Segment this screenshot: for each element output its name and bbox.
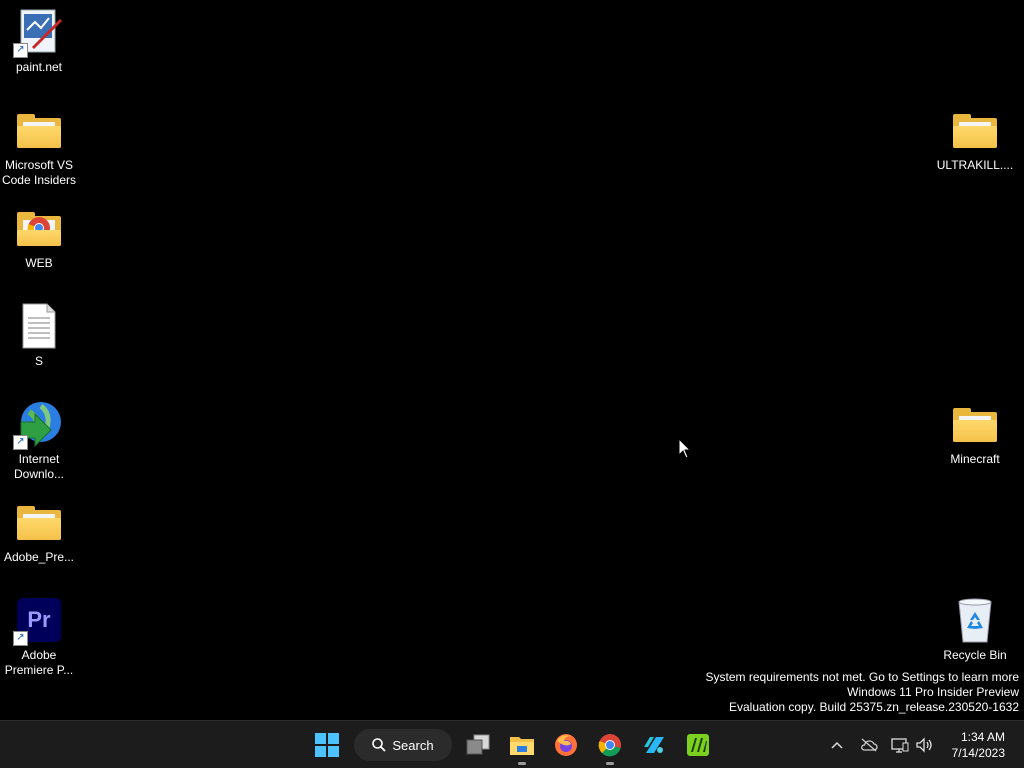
file-explorer-icon [510, 737, 534, 755]
desktop-icon-label: ULTRAKILL.... [936, 158, 1014, 172]
desktop-icon-label: Adobe_Pre... [3, 550, 75, 564]
volume-button[interactable] [914, 735, 934, 755]
desktop-icon-label: WEB [25, 256, 53, 270]
show-hidden-icons-button[interactable] [827, 735, 847, 755]
running-indicator [606, 762, 614, 765]
file-explorer-button[interactable] [506, 729, 538, 765]
activation-watermark: System requirements not met. Go to Setti… [706, 670, 1019, 715]
taskbar-app-button[interactable] [682, 729, 714, 761]
internet-download-manager-icon: ↗ [13, 400, 63, 450]
folder-icon [15, 106, 63, 154]
desktop-icon-minecraft[interactable]: Minecraft [935, 400, 1015, 467]
taskbar-app-button[interactable] [638, 729, 670, 761]
network-icon [891, 738, 909, 753]
chrome-button[interactable] [594, 729, 626, 765]
task-view-icon [466, 734, 490, 755]
desktop[interactable]: { "desktop_icons": { "paintnet": {"label… [0, 0, 1024, 768]
desktop-icon-vscode-insiders[interactable]: Microsoft VS Code Insiders [0, 106, 79, 188]
mouse-cursor-icon [678, 437, 692, 465]
desktop-icon-label: Internet Downlo... [13, 452, 65, 481]
desktop-icon-ultrakill[interactable]: ULTRAKILL.... [935, 106, 1015, 173]
folder-icon [15, 498, 63, 546]
start-icon [315, 733, 339, 757]
desktop-icon-label: Recycle Bin [943, 648, 1007, 662]
taskbar-search-button[interactable]: Search [354, 729, 452, 761]
desktop-icon-s[interactable]: S [0, 302, 79, 369]
desktop-icon-internet-download-manager[interactable]: ↗ Internet Downlo... [0, 400, 79, 482]
task-view-button[interactable] [462, 729, 494, 761]
desktop-icon-adobe-pre[interactable]: Adobe_Pre... [0, 498, 79, 565]
desktop-icon-recycle-bin[interactable]: Recycle Bin [935, 596, 1015, 663]
text-file-icon [15, 302, 63, 350]
start-button[interactable] [311, 729, 343, 761]
cloud-offline-icon [861, 738, 878, 752]
folder-icon [951, 400, 999, 448]
taskbar-clock[interactable]: 1:34 AM 7/14/2023 [952, 729, 1005, 761]
app-icon [687, 734, 709, 756]
desktop-icon-paintnet[interactable]: ↗ paint.net [0, 8, 79, 75]
recycle-bin-icon [951, 596, 999, 644]
desktop-icon-label: S [34, 354, 43, 368]
clock-date: 7/14/2023 [951, 746, 1005, 760]
desktop-icon-label: Adobe Premiere P... [4, 648, 74, 677]
search-label: Search [392, 737, 434, 753]
desktop-icon-label: Microsoft VS Code Insiders [1, 158, 77, 187]
folder-icon [951, 106, 999, 154]
desktop-icon-label: Minecraft [950, 452, 1000, 466]
speaker-icon [916, 737, 932, 753]
watermark-line: Windows 11 Pro Insider Preview [847, 685, 1019, 699]
shortcut-arrow-icon: ↗ [13, 435, 28, 450]
shortcut-arrow-icon: ↗ [13, 43, 28, 58]
paintnet-icon: ↗ [13, 8, 63, 58]
watermark-line: Evaluation copy. Build 25375.zn_release.… [729, 700, 1019, 714]
chevron-up-icon [831, 741, 843, 749]
watermark-line: System requirements not met. Go to Setti… [705, 670, 1019, 684]
desktop-icon-web[interactable]: WEB [0, 204, 79, 271]
network-button[interactable] [890, 735, 910, 755]
onedrive-button[interactable] [859, 735, 879, 755]
desktop-icon-label: paint.net [15, 60, 63, 74]
shortcut-arrow-icon: ↗ [13, 631, 28, 646]
desktop-icon-adobe-premiere[interactable]: Pr ↗ Adobe Premiere P... [0, 596, 79, 678]
running-indicator [518, 762, 526, 765]
chrome-icon [598, 734, 621, 757]
search-icon [372, 738, 387, 752]
folder-chrome-icon [15, 204, 63, 252]
app-icon [644, 737, 664, 753]
firefox-icon [555, 734, 577, 756]
firefox-button[interactable] [550, 729, 582, 761]
clock-time: 1:34 AM [960, 730, 1005, 744]
premiere-pro-icon: Pr ↗ [13, 596, 63, 646]
taskbar: Search 1:34 AM 7/14/2023 [0, 720, 1024, 768]
